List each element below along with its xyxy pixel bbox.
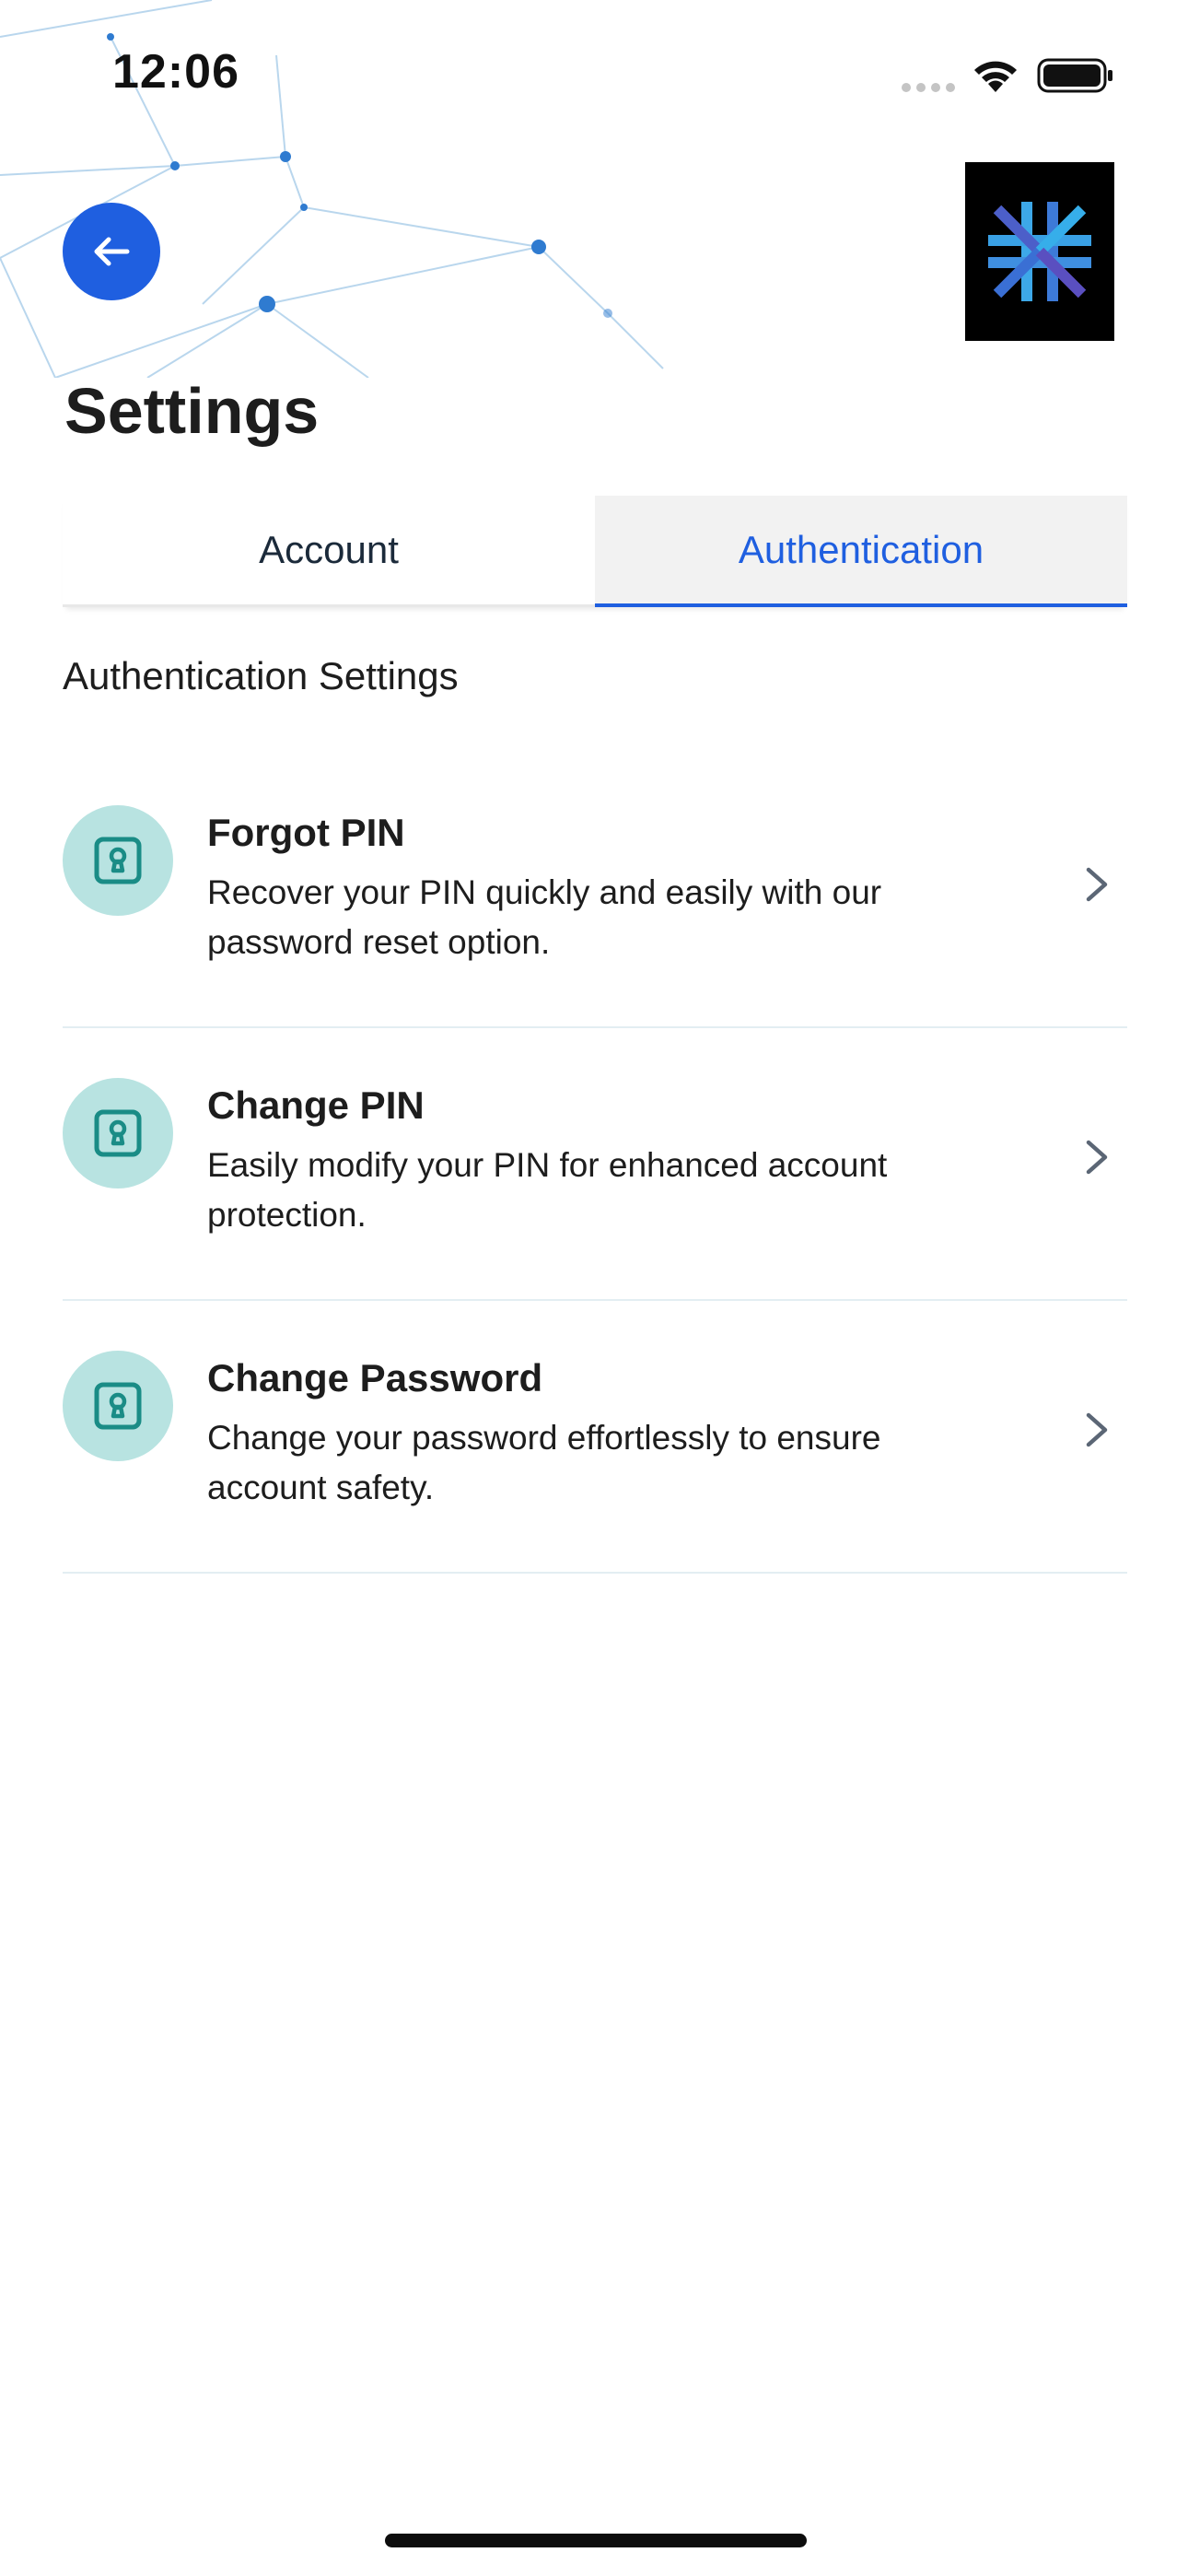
chevron-right-icon: [1086, 1140, 1108, 1175]
arrow-left-icon: [94, 237, 130, 266]
chevron-right-icon: [1086, 1412, 1108, 1447]
brand-logo: [965, 162, 1114, 341]
item-description: Change your password effortlessly to ens…: [207, 1419, 881, 1506]
item-title: Change PIN: [207, 1083, 425, 1127]
section-heading: Authentication Settings: [63, 654, 459, 697]
tab-bar: Account Authentication: [63, 496, 1127, 607]
keyhole-lock-icon: [94, 1109, 142, 1157]
item-icon-badge: [63, 805, 173, 916]
wifi-icon: [974, 61, 1017, 92]
status-bar: 12:06: [0, 0, 1188, 147]
change-password-item[interactable]: Change Password Change your password eff…: [63, 1301, 1127, 1574]
status-time: 12:06: [112, 45, 239, 99]
item-title: Forgot PIN: [207, 811, 405, 854]
chevron-right-icon: [1086, 867, 1108, 902]
battery-icon: [1037, 58, 1112, 93]
forgot-pin-item[interactable]: Forgot PIN Recover your PIN quickly and …: [63, 755, 1127, 1028]
item-icon-badge: [63, 1351, 173, 1461]
change-pin-item[interactable]: Change PIN Easily modify your PIN for en…: [63, 1028, 1127, 1301]
item-description: Recover your PIN quickly and easily with…: [207, 873, 882, 961]
item-icon-badge: [63, 1078, 173, 1188]
keyhole-lock-icon: [94, 837, 142, 884]
page-title: Settings: [64, 375, 320, 447]
back-button[interactable]: [63, 203, 160, 300]
item-description: Easily modify your PIN for enhanced acco…: [207, 1146, 888, 1234]
tab-account[interactable]: Account: [63, 496, 595, 604]
keyhole-lock-icon: [94, 1382, 142, 1430]
item-title: Change Password: [207, 1356, 543, 1399]
settings-list: Forgot PIN Recover your PIN quickly and …: [63, 755, 1127, 1574]
asterisk-logo: [988, 202, 1091, 301]
tab-authentication[interactable]: Authentication: [595, 496, 1127, 607]
signal-dots-icon: [902, 83, 955, 92]
home-indicator: [385, 2534, 807, 2547]
